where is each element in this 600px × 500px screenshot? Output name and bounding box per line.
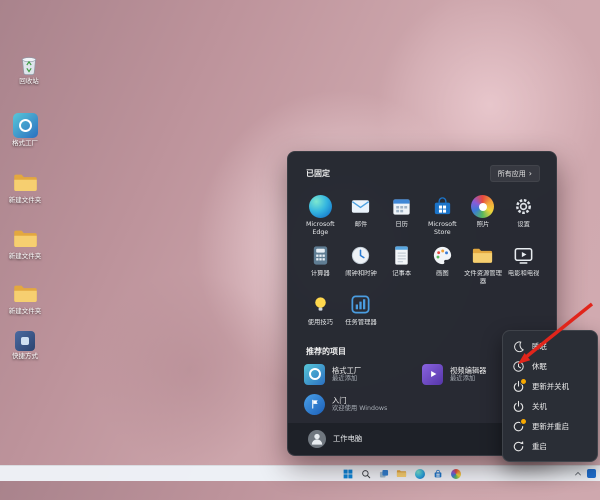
taskbar-store-button[interactable] <box>432 468 443 479</box>
start-app-store[interactable]: Microsoft Store <box>422 191 463 238</box>
desktop-icon-label: 新建文件夹 <box>9 197 42 204</box>
store-icon <box>430 194 455 219</box>
power-icon <box>512 400 525 413</box>
power-icon <box>512 380 525 393</box>
get-started-flag-icon <box>304 394 325 415</box>
folder-icon <box>470 243 495 268</box>
start-app-settings[interactable]: 设置 <box>503 191 544 238</box>
edge-icon <box>308 194 333 219</box>
hibernate-clock-icon <box>512 360 525 373</box>
desktop-icon-folder-3[interactable]: 新建文件夹 <box>0 280 50 315</box>
restart-icon <box>512 440 525 453</box>
moon-icon <box>512 340 525 353</box>
chevron-right-icon: › <box>529 170 532 178</box>
power-menu-item-hibernate[interactable]: 休眠 <box>503 356 597 376</box>
taskbar-task-view-button[interactable] <box>378 468 389 479</box>
calendar-icon <box>389 194 414 219</box>
restart-icon <box>512 420 525 433</box>
folder-icon <box>12 225 39 252</box>
desktop-icon-label: 回收站 <box>19 78 39 85</box>
desktop-icon-folder-1[interactable]: 新建文件夹 <box>0 169 50 204</box>
wallpaper-bloom <box>60 240 320 500</box>
tray-chevron-up-icon[interactable] <box>572 468 583 479</box>
movies-tv-icon <box>511 243 536 268</box>
taskbar-edge-button[interactable] <box>414 468 425 479</box>
power-menu-item-update-shutdown[interactable]: 更新并关机 <box>503 376 597 396</box>
paint-palette-icon <box>430 243 455 268</box>
start-app-calculator[interactable]: 计算器 <box>300 240 341 287</box>
notepad-icon <box>389 243 414 268</box>
mail-icon <box>348 194 373 219</box>
recycle-bin-icon <box>16 50 43 77</box>
power-menu-item-sleep[interactable]: 睡眠 <box>503 336 597 356</box>
format-factory-icon <box>304 364 325 385</box>
all-apps-button[interactable]: 所有应用 › <box>490 165 540 182</box>
folder-icon <box>12 280 39 307</box>
photos-icon <box>470 194 495 219</box>
format-factory-icon <box>12 112 39 139</box>
calculator-icon <box>308 243 333 268</box>
power-flyout-menu: 睡眠 休眠 更新并关机 关机 <box>502 330 598 462</box>
taskbar-photos-button[interactable] <box>450 468 461 479</box>
desktop-icon-label: 新建文件夹 <box>9 308 42 315</box>
tray-icon[interactable] <box>587 469 596 478</box>
power-menu-item-shutdown[interactable]: 关机 <box>503 396 597 416</box>
start-app-alarms[interactable]: 闹钟和时钟 <box>341 240 382 287</box>
desktop-icon-recycle-bin[interactable]: 回收站 <box>4 50 54 85</box>
start-app-paint[interactable]: 画图 <box>422 240 463 287</box>
desktop-icon-label: 格式工厂 <box>12 140 38 147</box>
recommended-header: 推荐的项目 <box>306 347 346 356</box>
start-app-file-explorer[interactable]: 文件资源管理器 <box>463 240 504 287</box>
video-editor-icon <box>422 364 443 385</box>
desktop-icon-label: 新建文件夹 <box>9 253 42 260</box>
desktop-icon-folder-2[interactable]: 新建文件夹 <box>0 225 50 260</box>
start-app-edge[interactable]: Microsoft Edge <box>300 191 341 238</box>
start-app-calendar[interactable]: 日历 <box>381 191 422 238</box>
update-badge <box>520 418 527 425</box>
taskbar-start-button[interactable] <box>342 468 353 479</box>
recommended-item-format-factory[interactable]: 格式工厂 最近添加 <box>304 364 422 385</box>
avatar <box>308 430 326 448</box>
user-account-button[interactable]: 工作电脑 <box>308 430 362 448</box>
task-manager-icon <box>348 292 373 317</box>
gear-icon <box>511 194 536 219</box>
desktop[interactable]: { "desktop": { "icons": [ { "label": "回收… <box>0 0 600 481</box>
taskbar-search-button[interactable] <box>360 468 371 479</box>
power-menu-item-update-restart[interactable]: 更新并重启 <box>503 416 597 436</box>
taskbar-file-explorer-button[interactable] <box>396 468 407 479</box>
lightbulb-icon <box>308 292 333 317</box>
start-app-task-manager[interactable]: 任务管理器 <box>341 289 382 329</box>
start-app-notepad[interactable]: 记事本 <box>381 240 422 287</box>
power-menu-item-restart[interactable]: 重启 <box>503 436 597 456</box>
desktop-icon-shortcut[interactable]: 快捷方式 <box>0 330 50 360</box>
start-app-photos[interactable]: 照片 <box>463 191 504 238</box>
update-badge <box>520 378 527 385</box>
start-app-tips[interactable]: 使用技巧 <box>300 289 341 329</box>
taskbar <box>0 465 600 481</box>
desktop-icon-label: 快捷方式 <box>12 353 38 360</box>
clock-icon <box>348 243 373 268</box>
pinned-app-grid: Microsoft Edge 邮件 <box>288 189 556 329</box>
shortcut-icon <box>14 330 36 352</box>
desktop-icon-format-factory[interactable]: 格式工厂 <box>0 112 50 147</box>
pinned-header: 已固定 <box>306 168 330 179</box>
recommended-item-get-started[interactable]: 入门 欢迎使用 Windows <box>304 394 422 415</box>
start-app-movies-tv[interactable]: 电影和电视 <box>503 240 544 287</box>
start-app-mail[interactable]: 邮件 <box>341 191 382 238</box>
folder-icon <box>12 169 39 196</box>
